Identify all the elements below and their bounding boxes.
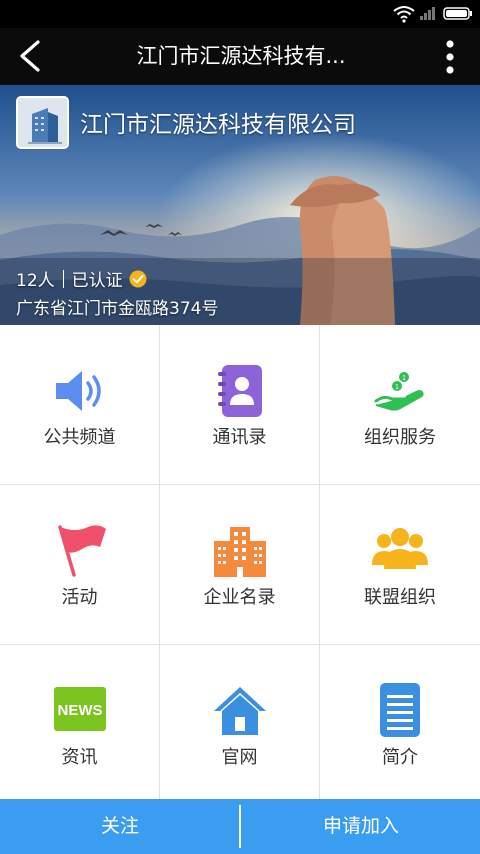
svg-text:NEWS: NEWS xyxy=(57,702,102,719)
member-count: 12人 xyxy=(16,271,55,291)
grid-item-label: 企业名录 xyxy=(203,587,276,608)
people-group-icon xyxy=(372,528,428,569)
house-icon xyxy=(213,687,266,735)
grid-item-website[interactable]: 官网 xyxy=(160,645,320,805)
building-logo-icon xyxy=(18,98,67,147)
follow-button[interactable]: 关注 xyxy=(0,799,240,854)
document-lines-icon xyxy=(380,683,420,737)
page-title: 江门市汇源达科技有... xyxy=(136,44,346,68)
grid-item-activities[interactable]: 活动 xyxy=(0,485,160,645)
apply-join-button[interactable]: 申请加入 xyxy=(242,799,480,854)
bottom-action-bar: 关注 申请加入 xyxy=(0,799,480,854)
hand-coins-icon: 1 1 xyxy=(374,372,424,411)
speaker-icon xyxy=(55,371,101,411)
back-arrow-icon[interactable] xyxy=(12,36,48,76)
grid-item-alliance[interactable]: 联盟组织 xyxy=(320,485,480,645)
meta-separator xyxy=(62,269,64,288)
svg-text:1: 1 xyxy=(402,375,406,382)
grid-item-label: 联盟组织 xyxy=(364,587,436,608)
grid-item-label: 公共频道 xyxy=(43,427,116,448)
grid-item-enterprise-directory[interactable]: 企业名录 xyxy=(160,485,320,645)
more-vertical-icon[interactable] xyxy=(436,38,464,76)
grid-item-public-channel[interactable]: 公共频道 xyxy=(0,325,160,485)
org-logo xyxy=(16,96,69,149)
signal-icon xyxy=(420,7,435,20)
org-meta: 12人 已认证 xyxy=(16,266,147,291)
status-bar xyxy=(0,0,480,28)
svg-text:1: 1 xyxy=(395,384,399,391)
grid-item-label: 资讯 xyxy=(61,747,98,768)
grid-item-intro[interactable]: 简介 xyxy=(320,645,480,805)
news-icon: NEWS xyxy=(53,687,106,731)
grid-item-label: 活动 xyxy=(61,587,98,608)
grid-item-label: 组织服务 xyxy=(364,427,436,448)
grid-item-label: 通讯录 xyxy=(212,427,267,448)
building-icon xyxy=(213,527,266,577)
bottom-bar-divider xyxy=(239,805,241,848)
contacts-book-icon xyxy=(217,365,262,417)
grid-item-label: 官网 xyxy=(221,747,258,768)
verified-label: 已认证 xyxy=(71,271,123,291)
grid-item-label: 简介 xyxy=(382,747,418,768)
org-address: 广东省江门市金瓯路374号 xyxy=(16,299,219,319)
grid-item-news[interactable]: NEWS 资讯 xyxy=(0,645,160,805)
verified-check-icon xyxy=(129,270,147,287)
wifi-icon xyxy=(393,6,415,23)
battery-icon xyxy=(443,7,472,20)
org-name: 江门市汇源达科技有限公司 xyxy=(80,112,356,138)
flag-icon xyxy=(57,525,106,577)
org-banner: 江门市汇源达科技有限公司 12人 已认证 广东省江门市金瓯路374号 xyxy=(0,85,480,325)
grid-item-contacts[interactable]: 通讯录 xyxy=(160,325,320,485)
title-bar: 江门市汇源达科技有... xyxy=(0,28,480,85)
grid-item-org-services[interactable]: 1 1 组织服务 xyxy=(320,325,480,485)
feature-grid: 公共频道 通讯录 1 1 组织服务 活动 企业名录 联盟组织 NEWS 资讯 官… xyxy=(0,325,480,805)
